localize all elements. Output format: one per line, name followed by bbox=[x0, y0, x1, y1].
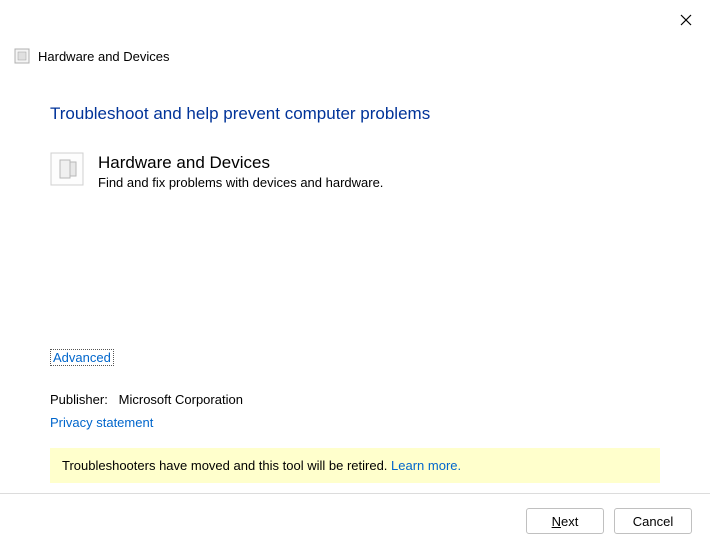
device-icon bbox=[50, 152, 84, 186]
titlebar bbox=[0, 0, 710, 40]
learn-more-link[interactable]: Learn more. bbox=[391, 458, 461, 473]
dialog-footer: Next Cancel bbox=[0, 493, 710, 548]
troubleshooter-description: Find and fix problems with devices and h… bbox=[98, 175, 383, 190]
troubleshooter-title: Hardware and Devices bbox=[98, 152, 383, 173]
troubleshooter-text: Hardware and Devices Find and fix proble… bbox=[98, 152, 383, 190]
advanced-link[interactable]: Advanced bbox=[50, 349, 114, 366]
troubleshooter-header-icon bbox=[14, 48, 30, 64]
deprecation-notice: Troubleshooters have moved and this tool… bbox=[50, 448, 660, 483]
close-icon bbox=[680, 14, 692, 26]
window-header: Hardware and Devices bbox=[0, 40, 710, 64]
publisher-row: Publisher: Microsoft Corporation bbox=[50, 392, 660, 407]
troubleshooter-item: Hardware and Devices Find and fix proble… bbox=[50, 152, 660, 190]
next-button[interactable]: Next bbox=[526, 508, 604, 534]
troubleshooter-window: Hardware and Devices Troubleshoot and he… bbox=[0, 0, 710, 548]
content-area: Troubleshoot and help prevent computer p… bbox=[0, 64, 710, 493]
close-button[interactable] bbox=[670, 8, 702, 32]
spacer bbox=[50, 196, 660, 349]
bottom-block: Advanced Publisher: Microsoft Corporatio… bbox=[50, 349, 660, 493]
publisher-label: Publisher: bbox=[50, 392, 108, 407]
page-heading: Troubleshoot and help prevent computer p… bbox=[50, 104, 660, 124]
window-title: Hardware and Devices bbox=[38, 49, 170, 64]
privacy-statement-link[interactable]: Privacy statement bbox=[50, 415, 153, 430]
notice-text: Troubleshooters have moved and this tool… bbox=[62, 458, 391, 473]
publisher-value: Microsoft Corporation bbox=[119, 392, 243, 407]
cancel-button[interactable]: Cancel bbox=[614, 508, 692, 534]
